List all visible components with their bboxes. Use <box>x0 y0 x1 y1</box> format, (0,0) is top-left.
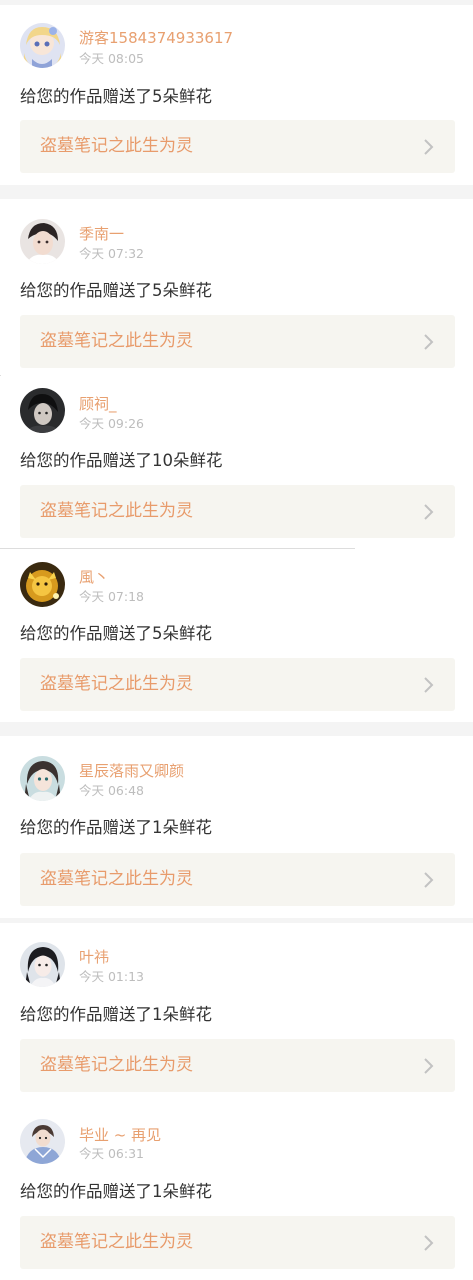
username[interactable]: 顾祠_ <box>79 395 117 413</box>
work-title: 盗墓笔记之此生为灵 <box>40 136 193 156</box>
work-title: 盗墓笔记之此生为灵 <box>40 674 193 694</box>
timestamp: 今天 08:05 <box>79 51 144 66</box>
chevron-right-icon <box>423 676 435 694</box>
gift-message: 给您的作品赠送了5朵鲜花 <box>20 87 212 106</box>
card-separator <box>0 185 473 199</box>
notification-card: 季南一 今天 07:32 给您的作品赠送了5朵鲜花 盗墓笔记之此生为灵 <box>0 199 473 375</box>
avatar[interactable] <box>20 942 65 987</box>
work-title: 盗墓笔记之此生为灵 <box>40 1055 193 1075</box>
work-title: 盗墓笔记之此生为灵 <box>40 331 193 351</box>
work-title: 盗墓笔记之此生为灵 <box>40 501 193 521</box>
username[interactable]: 游客1584374933617 <box>79 29 233 47</box>
avatar[interactable] <box>20 23 65 68</box>
gift-message: 给您的作品赠送了10朵鲜花 <box>20 451 223 470</box>
username[interactable]: 叶祎 <box>79 948 109 966</box>
work-link[interactable]: 盗墓笔记之此生为灵 <box>20 120 455 173</box>
avatar[interactable] <box>20 388 65 433</box>
timestamp: 今天 07:18 <box>79 589 144 604</box>
avatar[interactable] <box>20 756 65 801</box>
chevron-right-icon <box>423 1057 435 1075</box>
notification-card: 風丶 今天 07:18 给您的作品赠送了5朵鲜花 盗墓笔记之此生为灵 <box>0 549 473 722</box>
work-link[interactable]: 盗墓笔记之此生为灵 <box>20 315 455 368</box>
gift-message: 给您的作品赠送了5朵鲜花 <box>20 624 212 643</box>
notification-card: 星辰落雨又卿颜 今天 06:48 给您的作品赠送了1朵鲜花 盗墓笔记之此生为灵 <box>0 736 473 918</box>
chevron-right-icon <box>423 871 435 889</box>
work-link[interactable]: 盗墓笔记之此生为灵 <box>20 1216 455 1269</box>
work-link[interactable]: 盗墓笔记之此生为灵 <box>20 658 455 711</box>
work-link[interactable]: 盗墓笔记之此生为灵 <box>20 485 455 538</box>
gift-notification-feed: 游客1584374933617 今天 08:05 给您的作品赠送了5朵鲜花 盗墓… <box>0 0 473 1280</box>
gift-message: 给您的作品赠送了1朵鲜花 <box>20 818 212 837</box>
work-title: 盗墓笔记之此生为灵 <box>40 869 193 889</box>
work-link[interactable]: 盗墓笔记之此生为灵 <box>20 853 455 906</box>
avatar[interactable] <box>20 1119 65 1164</box>
chevron-right-icon <box>423 1234 435 1252</box>
work-title: 盗墓笔记之此生为灵 <box>40 1232 193 1252</box>
card-separator <box>0 722 473 736</box>
notification-card: 顾祠_ 今天 09:26 给您的作品赠送了10朵鲜花 盗墓笔记之此生为灵 <box>0 376 473 548</box>
notification-card: 游客1584374933617 今天 08:05 给您的作品赠送了5朵鲜花 盗墓… <box>0 5 473 185</box>
username[interactable]: 風丶 <box>79 568 109 586</box>
notification-card: 毕业 ~ 再见 今天 06:31 给您的作品赠送了1朵鲜花 盗墓笔记之此生为灵 <box>0 1101 473 1280</box>
timestamp: 今天 01:13 <box>79 969 144 984</box>
avatar[interactable] <box>20 562 65 607</box>
gift-message: 给您的作品赠送了5朵鲜花 <box>20 281 212 300</box>
avatar[interactable] <box>20 219 65 264</box>
notification-card: 叶祎 今天 01:13 给您的作品赠送了1朵鲜花 盗墓笔记之此生为灵 <box>0 923 473 1101</box>
timestamp: 今天 06:31 <box>79 1146 144 1161</box>
username[interactable]: 毕业 ~ 再见 <box>79 1126 161 1144</box>
username[interactable]: 星辰落雨又卿颜 <box>79 762 184 780</box>
timestamp: 今天 07:32 <box>79 246 144 261</box>
gift-message: 给您的作品赠送了1朵鲜花 <box>20 1005 212 1024</box>
work-link[interactable]: 盗墓笔记之此生为灵 <box>20 1039 455 1092</box>
timestamp: 今天 06:48 <box>79 783 144 798</box>
username[interactable]: 季南一 <box>79 225 124 243</box>
chevron-right-icon <box>423 333 435 351</box>
timestamp: 今天 09:26 <box>79 416 144 431</box>
chevron-right-icon <box>423 138 435 156</box>
chevron-right-icon <box>423 503 435 521</box>
gift-message: 给您的作品赠送了1朵鲜花 <box>20 1182 212 1201</box>
